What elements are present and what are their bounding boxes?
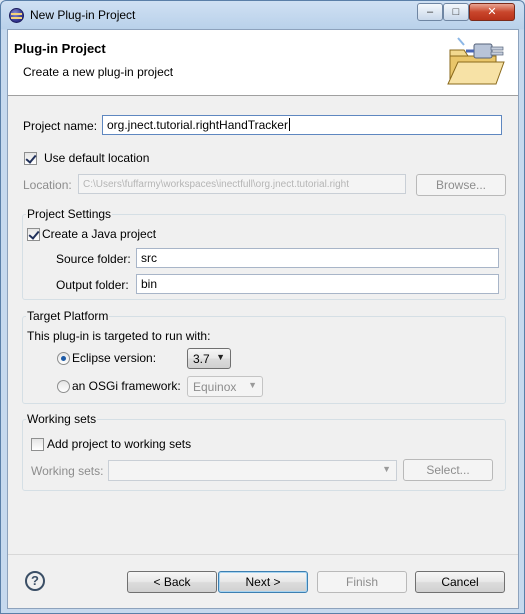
browse-button[interactable]: Browse... (416, 174, 506, 196)
project-name-label: Project name: (23, 119, 98, 133)
source-folder-label: Source folder: (56, 252, 131, 266)
eclipse-version-label[interactable]: Eclipse version: (72, 351, 156, 365)
working-sets-dropdown[interactable]: ▼ (108, 460, 397, 481)
create-java-project-label[interactable]: Create a Java project (42, 227, 156, 241)
maximize-button[interactable]: □ (443, 3, 469, 21)
footer-separator (8, 554, 518, 555)
working-sets-label: Working sets: (31, 464, 104, 478)
back-button[interactable]: < Back (127, 571, 217, 593)
target-platform-title: Target Platform (26, 309, 110, 323)
finish-button[interactable]: Finish (317, 571, 407, 593)
target-platform-intro: This plug-in is targeted to run with: (27, 329, 211, 343)
project-name-value: org.jnect.tutorial.rightHandTracker (107, 118, 288, 132)
eclipse-app-icon (9, 8, 24, 23)
osgi-framework-value: Equinox (193, 380, 237, 394)
location-label: Location: (23, 178, 72, 192)
next-button[interactable]: Next > (218, 571, 308, 593)
text-caret (288, 118, 290, 131)
working-sets-title: Working sets (26, 412, 98, 426)
eclipse-version-radio[interactable] (57, 352, 70, 365)
eclipse-version-value: 3.7 (193, 352, 210, 366)
dropdown-arrow-icon: ▼ (216, 352, 225, 362)
osgi-framework-label[interactable]: an OSGi framework: (72, 379, 181, 393)
location-field[interactable]: C:\Users\fuffarmy\workspaces\inectfull\o… (78, 174, 406, 194)
page-title: Plug-in Project (14, 41, 106, 56)
window-title: New Plug-in Project (30, 8, 136, 22)
create-java-project-checkbox[interactable] (27, 228, 40, 241)
output-folder-label: Output folder: (56, 278, 129, 292)
eclipse-version-dropdown[interactable]: 3.7 ▼ (187, 348, 231, 369)
page-subtitle: Create a new plug-in project (23, 65, 174, 79)
dialog-window: New Plug-in Project – □ ✕ Plug-in Projec… (0, 0, 525, 614)
dialog-content: Plug-in Project Create a new plug-in pro… (7, 29, 519, 609)
cancel-button[interactable]: Cancel (415, 571, 505, 593)
add-to-working-sets-label[interactable]: Add project to working sets (47, 437, 191, 451)
close-button[interactable]: ✕ (469, 3, 515, 21)
dropdown-arrow-icon: ▼ (248, 380, 257, 390)
output-folder-field[interactable]: bin (136, 274, 499, 294)
dropdown-arrow-icon: ▼ (382, 464, 391, 474)
add-to-working-sets-checkbox[interactable] (31, 438, 44, 451)
title-bar[interactable]: New Plug-in Project – □ ✕ (1, 1, 524, 29)
wizard-header: Plug-in Project Create a new plug-in pro… (8, 30, 518, 96)
project-settings-title: Project Settings (26, 207, 113, 221)
use-default-location-checkbox[interactable] (24, 152, 37, 165)
osgi-framework-dropdown[interactable]: Equinox ▼ (187, 376, 263, 397)
osgi-framework-radio[interactable] (57, 380, 70, 393)
minimize-button[interactable]: – (417, 3, 443, 21)
use-default-location-label[interactable]: Use default location (44, 151, 149, 165)
plugin-folder-icon (447, 37, 505, 85)
help-icon[interactable]: ? (25, 571, 45, 591)
select-working-sets-button[interactable]: Select... (403, 459, 493, 481)
source-folder-field[interactable]: src (136, 248, 499, 268)
project-name-field[interactable]: org.jnect.tutorial.rightHandTracker (102, 115, 502, 135)
